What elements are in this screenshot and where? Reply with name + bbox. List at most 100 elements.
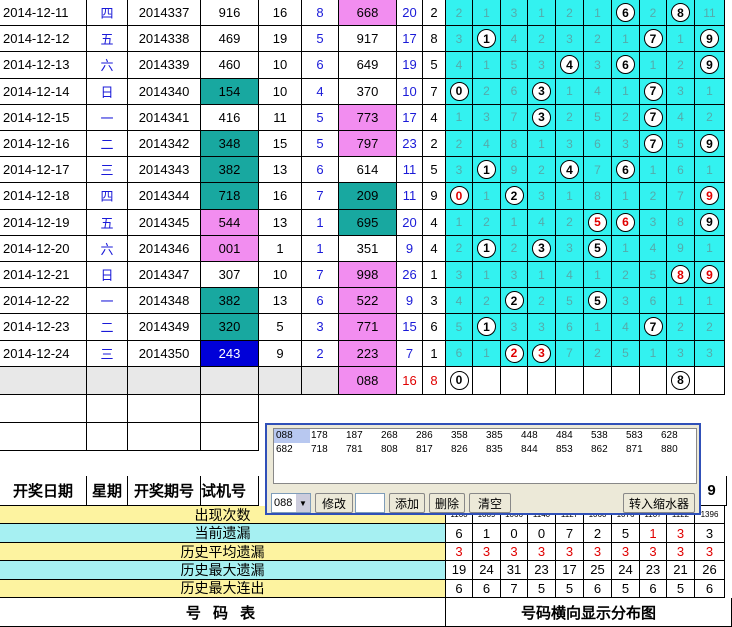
draw-date: 2014-12-21 bbox=[0, 262, 87, 289]
draw-number: 668 bbox=[339, 0, 397, 27]
shrink-button[interactable]: 转入缩水器 bbox=[623, 493, 695, 513]
candidate-item[interactable]: 682 bbox=[274, 443, 310, 457]
candidate-item[interactable]: 826 bbox=[449, 443, 485, 457]
candidate-item[interactable]: 448 bbox=[519, 429, 555, 443]
miss-count: 1 bbox=[483, 267, 490, 282]
dist-cell-7: 7 bbox=[640, 131, 667, 158]
candidate-item[interactable]: 628 bbox=[659, 429, 695, 443]
candidate-item[interactable]: 484 bbox=[554, 429, 590, 443]
stat-label: 历史最大遗漏 bbox=[0, 561, 446, 580]
candidate-item[interactable]: 817 bbox=[414, 443, 450, 457]
number-ball: 3 bbox=[532, 343, 551, 363]
miss-count: 1 bbox=[649, 162, 657, 177]
pred-empty bbox=[0, 366, 87, 395]
draw-number: 695 bbox=[339, 209, 397, 236]
miss-count: 3 bbox=[649, 215, 657, 230]
candidate-item[interactable]: 844 bbox=[519, 443, 555, 457]
draw-date: 2014-12-16 bbox=[0, 131, 87, 158]
dist-cell-1: 1 bbox=[473, 157, 501, 184]
dist-cell-6: 3 bbox=[612, 288, 640, 315]
miss-count: 2 bbox=[594, 346, 601, 361]
candidate-item[interactable]: 358 bbox=[449, 429, 485, 443]
miss-count: 4 bbox=[483, 136, 490, 151]
dist-cell-6: 6 bbox=[612, 209, 640, 236]
stat-value: 0 bbox=[501, 524, 528, 543]
dist-cell-1: 4 bbox=[473, 131, 501, 158]
issue-number: 2014343 bbox=[128, 157, 201, 184]
miss-count: 2 bbox=[566, 215, 573, 230]
draw-date: 2014-12-24 bbox=[0, 340, 87, 367]
miss-count: 5 bbox=[677, 136, 684, 151]
candidate-popup[interactable]: 088 178 187 268 286 358 385 448 484 538 583 628 682 7… bbox=[265, 423, 701, 515]
blank bbox=[201, 394, 259, 423]
trial-span: 5 bbox=[302, 104, 339, 131]
number-input[interactable] bbox=[355, 493, 385, 513]
candidate-item[interactable]: 781 bbox=[344, 443, 380, 457]
candidate-item[interactable]: 718 bbox=[309, 443, 345, 457]
pred-dist-3 bbox=[528, 366, 556, 395]
miss-count: 1 bbox=[483, 188, 490, 203]
miss-count: 2 bbox=[622, 267, 629, 282]
issue-number: 2014344 bbox=[128, 183, 201, 210]
stat-value: 3 bbox=[612, 542, 640, 562]
dist-cell-7: 2 bbox=[640, 183, 667, 210]
miss-count: 6 bbox=[510, 84, 518, 99]
miss-count: 8 bbox=[677, 215, 684, 230]
number-ball: 7 bbox=[643, 29, 663, 49]
trial-number: 916 bbox=[201, 0, 259, 27]
dist-cell-6: 1 bbox=[612, 26, 640, 53]
dist-cell-0: 2 bbox=[446, 235, 473, 262]
modify-button[interactable]: 修改 bbox=[315, 493, 353, 513]
candidate-list[interactable]: 088 178 187 268 286 358 385 448 484 538 583 628 682 7… bbox=[273, 428, 697, 484]
number-combo[interactable]: 088 ▼ bbox=[271, 493, 311, 513]
stat-value: 31 bbox=[501, 561, 528, 580]
dist-cell-4: 3 bbox=[556, 235, 584, 262]
dist-cell-4: 2 bbox=[556, 0, 584, 27]
candidate-item[interactable]: 853 bbox=[554, 443, 590, 457]
candidate-item[interactable]: 808 bbox=[379, 443, 415, 457]
candidate-item[interactable]: 286 bbox=[414, 429, 450, 443]
candidate-item[interactable]: 538 bbox=[589, 429, 625, 443]
trial-number: 154 bbox=[201, 78, 259, 105]
dist-cell-5: 7 bbox=[584, 157, 612, 184]
candidate-item[interactable]: 835 bbox=[484, 443, 520, 457]
draw-span: 1 bbox=[423, 262, 446, 289]
candidate-item[interactable]: 862 bbox=[589, 443, 625, 457]
candidate-item[interactable]: 871 bbox=[624, 443, 660, 457]
dist-cell-5: 5 bbox=[584, 235, 612, 262]
dist-cell-4: 4 bbox=[556, 262, 584, 289]
candidate-item[interactable]: 088 bbox=[274, 429, 310, 443]
trial-span: 5 bbox=[302, 26, 339, 53]
candidate-item[interactable]: 385 bbox=[484, 429, 520, 443]
candidate-item[interactable]: 268 bbox=[379, 429, 415, 443]
delete-button[interactable]: 删除 bbox=[429, 493, 465, 513]
draw-date: 2014-12-20 bbox=[0, 235, 87, 262]
number-ball: 5 bbox=[588, 291, 607, 311]
dist-cell-5: 3 bbox=[584, 52, 612, 79]
issue-number: 2014347 bbox=[128, 262, 201, 289]
pred-sum: 16 bbox=[397, 366, 423, 395]
add-button[interactable]: 添加 bbox=[389, 493, 425, 513]
dist-cell-5: 2 bbox=[584, 26, 612, 53]
candidate-item[interactable]: 187 bbox=[344, 429, 380, 443]
candidate-item[interactable]: 178 bbox=[309, 429, 345, 443]
dist-cell-0: 0 bbox=[446, 78, 473, 105]
miss-count: 1 bbox=[483, 57, 490, 72]
pred-empty bbox=[87, 366, 128, 395]
clear-button[interactable]: 清空 bbox=[469, 493, 511, 513]
trial-sum: 10 bbox=[259, 52, 302, 79]
number-ball: 2 bbox=[504, 343, 524, 363]
miss-count: 2 bbox=[677, 319, 684, 334]
weekday: 日 bbox=[87, 262, 128, 289]
dist-cell-5: 5 bbox=[584, 288, 612, 315]
chevron-down-icon[interactable]: ▼ bbox=[296, 494, 310, 512]
header-date: 开奖日期 bbox=[0, 476, 87, 506]
miss-count: 2 bbox=[706, 110, 713, 125]
number-ball: 5 bbox=[588, 238, 607, 258]
trial-sum: 13 bbox=[259, 209, 302, 236]
number-ball: 1 bbox=[477, 160, 496, 180]
candidate-item[interactable]: 583 bbox=[624, 429, 660, 443]
stat-value: 3 bbox=[446, 542, 473, 562]
candidate-item[interactable]: 880 bbox=[659, 443, 695, 457]
dist-cell-1: 1 bbox=[473, 340, 501, 367]
